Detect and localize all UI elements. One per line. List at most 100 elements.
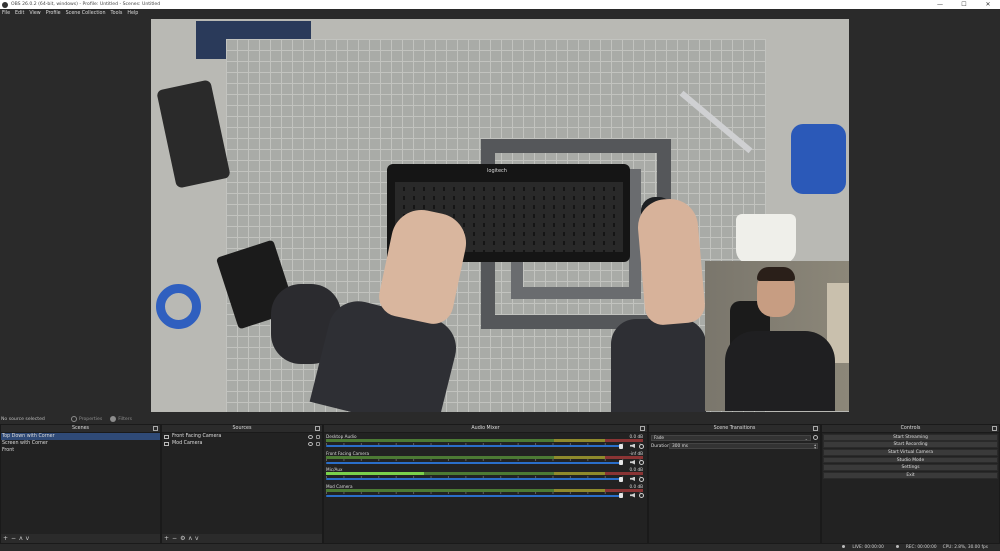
minimize-button[interactable]: — [928, 0, 952, 9]
menu-help[interactable]: Help [127, 11, 138, 16]
sources-dock: Sources Front Facing Camera Mod Camera +… [161, 424, 323, 544]
start-virtual-camera-button[interactable]: Start Virtual Camera [823, 448, 998, 456]
volume-slider[interactable] [326, 476, 623, 482]
exit-button[interactable]: Exit [823, 471, 998, 479]
gear-icon[interactable] [639, 443, 644, 449]
undock-icon[interactable] [153, 426, 158, 431]
obs-logo-icon [2, 1, 8, 8]
add-source-button[interactable]: + [164, 535, 169, 542]
mixer-channel: Front Facing Camera -inf dB [324, 450, 647, 467]
source-settings-button[interactable]: ⚙ [180, 535, 185, 542]
mug-image [736, 214, 796, 264]
menu-edit[interactable]: Edit [15, 11, 24, 16]
gear-icon[interactable] [639, 493, 644, 498]
rec-time: REC: 00:00:00 [905, 545, 937, 550]
cpu-status: CPU: 2.8%, 30.00 fps [942, 545, 988, 550]
rec-indicator-icon [895, 545, 899, 548]
slider-handle[interactable] [619, 493, 623, 498]
duration-spinbox[interactable]: 300 ms ▴ ▾ [669, 443, 818, 450]
gear-icon[interactable] [639, 460, 644, 465]
scene-item[interactable]: Screen with Corner [1, 440, 160, 447]
sources-title: Sources [232, 426, 252, 431]
meter-scale [326, 492, 643, 494]
slider-handle[interactable] [619, 476, 623, 482]
volume-slider[interactable] [326, 460, 623, 465]
lock-icon[interactable] [316, 441, 320, 446]
studio-mode-button[interactable]: Studio Mode [823, 456, 998, 464]
scenes-dock: Scenes Top Down with Corner Screen with … [0, 424, 161, 544]
move-down-button[interactable]: v [26, 535, 30, 542]
undock-icon[interactable] [813, 426, 818, 431]
transitions-body: Fade ⌄ Duration 300 ms ▴ ▾ [649, 433, 820, 536]
source-toolbar: No source selected Properties Filters [0, 414, 1000, 424]
transition-select-row: Fade ⌄ [649, 434, 820, 442]
move-up-button[interactable]: ʌ [188, 535, 192, 542]
scene-item[interactable]: Top Down with Corner [1, 433, 160, 440]
menu-view[interactable]: View [29, 11, 40, 16]
meter-scale [326, 459, 643, 461]
mixer-header: Audio Mixer [324, 425, 647, 433]
start-recording-button[interactable]: Start Recording [823, 441, 998, 449]
volume-slider[interactable] [326, 443, 623, 449]
undock-icon[interactable] [315, 426, 320, 431]
lock-icon[interactable] [316, 434, 320, 439]
move-down-button[interactable]: v [195, 535, 199, 542]
filters-button[interactable]: Filters [110, 416, 132, 422]
controls-body: Start Streaming Start Recording Start Vi… [822, 433, 999, 536]
mixer-channel: Mic/Aux 0.0 dB [324, 466, 647, 483]
source-item[interactable]: Mod Camera [162, 440, 322, 447]
camera-icon [164, 441, 169, 446]
transitions-title: Scene Transitions [713, 426, 756, 431]
sources-list: Front Facing Camera Mod Camera [162, 433, 322, 536]
source-label: Mod Camera [172, 441, 203, 446]
undock-icon[interactable] [640, 426, 645, 431]
live-status: LIVE: 00:00:00 [836, 545, 884, 550]
slider-handle[interactable] [619, 443, 623, 449]
undock-icon[interactable] [992, 426, 997, 431]
visibility-icon[interactable] [308, 441, 313, 446]
menu-profile[interactable]: Profile [46, 11, 61, 16]
add-scene-button[interactable]: + [3, 535, 8, 542]
visibility-icon[interactable] [308, 434, 313, 439]
window-title: OBS 26.0.2 (64-bit, windows) - Profile: … [11, 2, 161, 7]
controls-header: Controls [822, 425, 999, 433]
remove-source-button[interactable]: − [172, 535, 177, 542]
settings-button[interactable]: Settings [823, 464, 998, 471]
remove-scene-button[interactable]: − [11, 535, 16, 542]
gear-icon [71, 416, 77, 422]
webcam-overlay[interactable] [705, 261, 849, 411]
transition-select[interactable]: Fade ⌄ [651, 434, 811, 441]
webcam-person-hair [757, 267, 795, 281]
gear-icon[interactable] [639, 476, 644, 482]
volume-slider[interactable] [326, 493, 623, 498]
start-streaming-button[interactable]: Start Streaming [823, 433, 998, 441]
slider-handle[interactable] [619, 460, 623, 465]
source-item[interactable]: Front Facing Camera [162, 433, 322, 440]
scene-item[interactable]: Front [1, 447, 160, 454]
live-indicator-icon [842, 545, 846, 548]
mixer-channels: Desktop Audio 0.0 dB Front Facing Camera… [324, 433, 647, 536]
menu-tools[interactable]: Tools [111, 11, 123, 16]
close-button[interactable]: ✕ [976, 0, 1000, 9]
spinner-arrows-icon[interactable]: ▴ ▾ [814, 443, 816, 449]
mixer-title: Audio Mixer [471, 426, 500, 431]
preview-area[interactable]: logitech [0, 18, 1000, 413]
move-up-button[interactable]: ʌ [19, 535, 23, 542]
menu-file[interactable]: File [2, 11, 10, 16]
filter-icon [110, 416, 117, 422]
transition-selected: Fade [654, 435, 665, 441]
scenes-list: Top Down with Corner Screen with Corner … [1, 433, 160, 536]
menu-scene-collection[interactable]: Scene Collection [66, 11, 106, 16]
window-controls: — ☐ ✕ [928, 0, 1000, 9]
properties-label: Properties [79, 416, 103, 422]
properties-button[interactable]: Properties [71, 416, 102, 422]
gear-icon[interactable] [813, 435, 818, 441]
webcam-person-body [725, 331, 835, 411]
camera-icon [164, 434, 169, 439]
duration-label: Duration [651, 443, 670, 449]
menu-bar: File Edit View Profile Scene Collection … [0, 9, 1000, 18]
source-label: Front Facing Camera [172, 434, 222, 439]
maximize-button[interactable]: ☐ [952, 0, 976, 9]
duration-row: Duration 300 ms ▴ ▾ [649, 443, 820, 451]
audio-mixer-dock: Audio Mixer Desktop Audio 0.0 dB Front F… [323, 424, 648, 544]
